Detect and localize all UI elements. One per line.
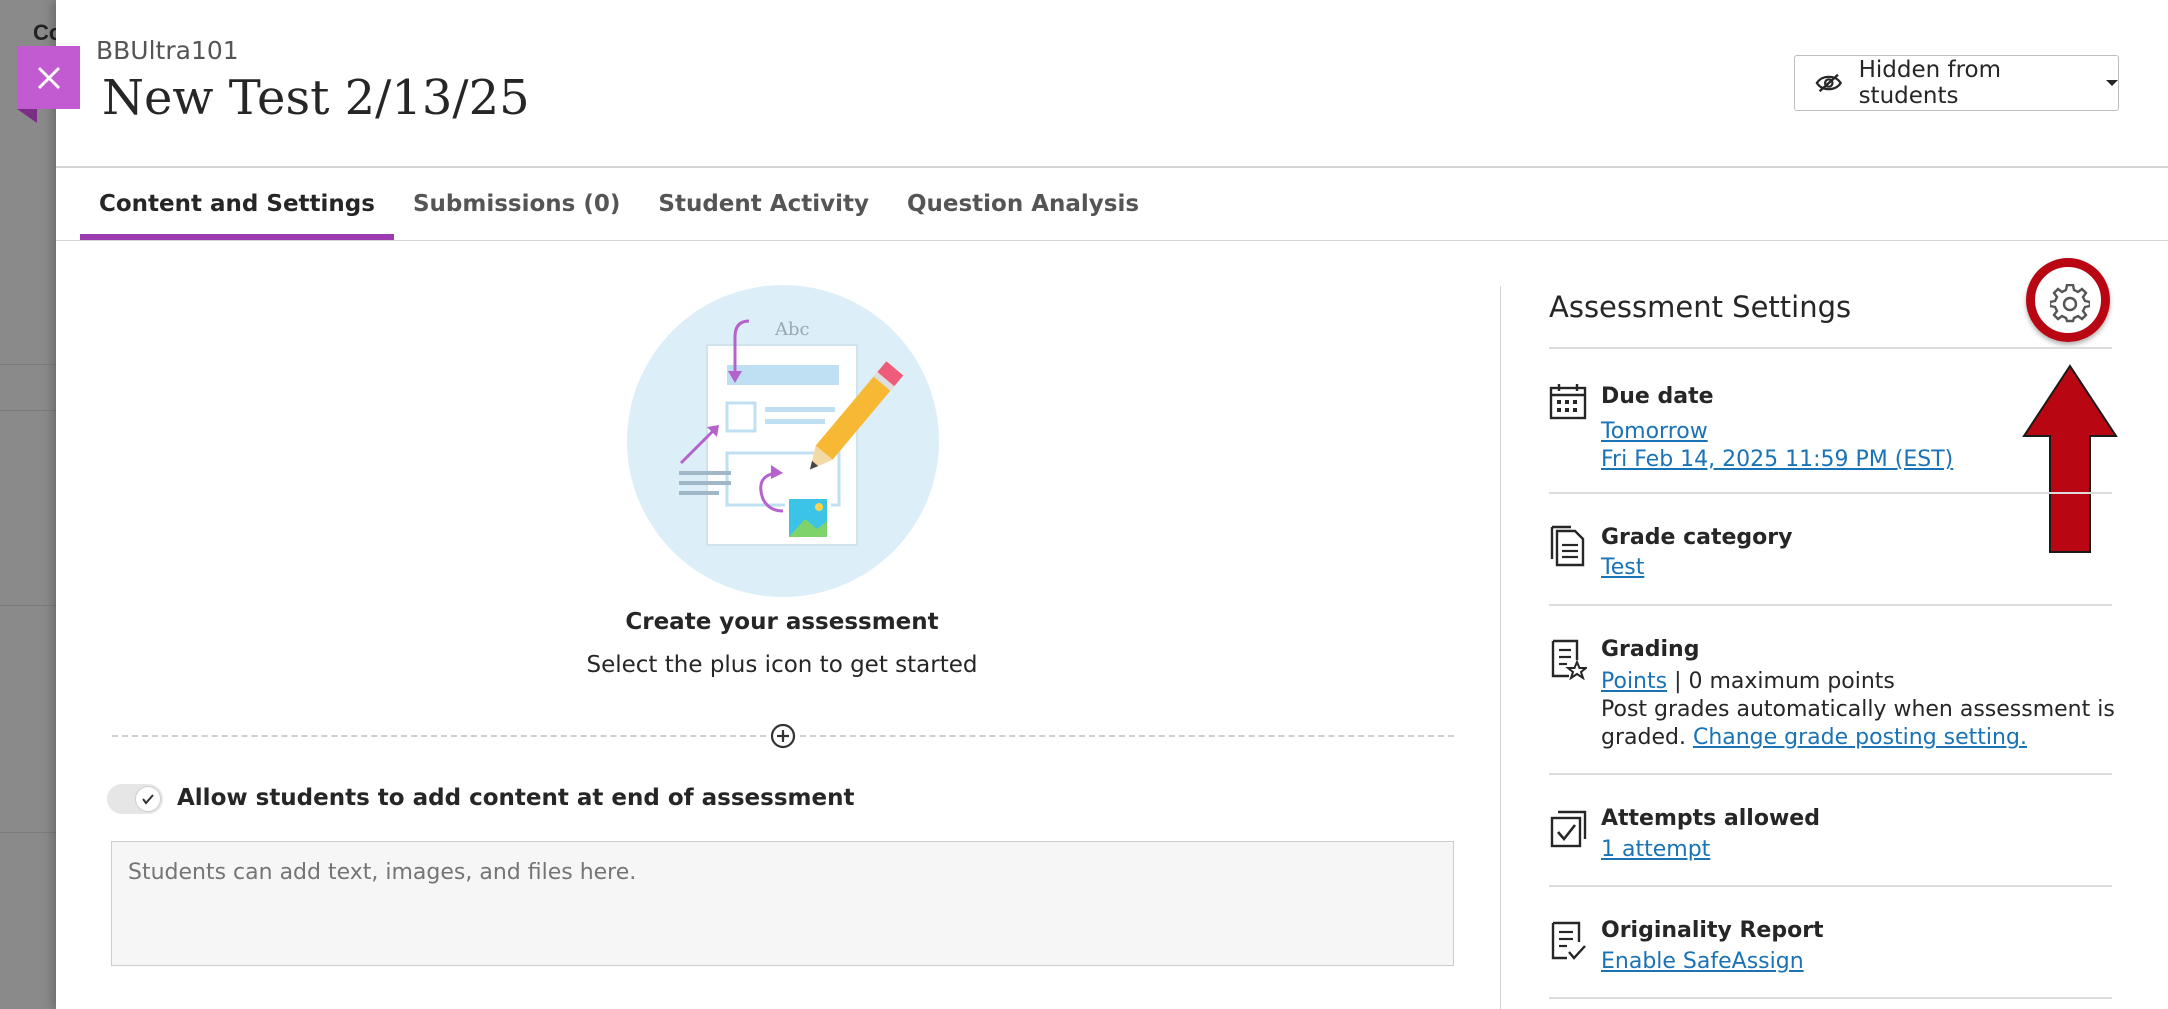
due-date-label: Due date <box>1601 384 1714 409</box>
attempts-allowed-link[interactable]: 1 attempt <box>1601 837 1710 862</box>
grading-post-line: graded. Change grade posting setting. <box>1601 725 2027 750</box>
due-date-absolute-link[interactable]: Fri Feb 14, 2025 11:59 PM (EST) <box>1601 447 1953 472</box>
grading-points-link[interactable]: Points <box>1601 669 1667 694</box>
close-icon <box>37 66 60 89</box>
background-page: Co <box>0 0 56 1009</box>
close-panel-button[interactable] <box>17 46 80 109</box>
allow-student-content-toggle[interactable] <box>107 784 163 814</box>
eye-slash-icon <box>1815 73 1843 93</box>
settings-rule <box>1549 604 2112 606</box>
grading-post-prefix: graded. <box>1601 725 1693 750</box>
attempts-allowed-label: Attempts allowed <box>1601 806 1820 831</box>
settings-rule <box>1549 347 2112 349</box>
background-divider <box>0 364 56 365</box>
background-divider <box>0 605 56 606</box>
originality-report-icon <box>1551 921 1586 960</box>
create-assessment-subtitle: Select the plus icon to get started <box>586 652 978 678</box>
settings-divider <box>1500 286 1501 1009</box>
page-title: New Test 2/13/25 <box>102 70 530 126</box>
document-icon <box>1550 525 1585 567</box>
add-content-button[interactable] <box>769 722 797 750</box>
tab-question-analysis[interactable]: Question Analysis <box>888 168 1158 240</box>
tab-content-and-settings[interactable]: Content and Settings <box>80 168 394 240</box>
grading-points-line: Points | 0 maximum points <box>1601 669 1895 694</box>
background-divider <box>0 410 56 411</box>
plus-circle-icon <box>770 723 796 749</box>
background-divider <box>0 832 56 833</box>
enable-safeassign-link[interactable]: Enable SafeAssign <box>1601 949 1804 974</box>
tab-student-activity[interactable]: Student Activity <box>639 168 888 240</box>
chevron-down-icon <box>2106 80 2118 86</box>
grade-category-label: Grade category <box>1601 525 1793 550</box>
settings-rule <box>1549 997 2112 999</box>
close-button-tab <box>17 109 37 123</box>
grade-category-link[interactable]: Test <box>1601 555 1644 580</box>
toggle-knob <box>135 786 161 812</box>
check-icon <box>142 794 154 805</box>
grading-label: Grading <box>1601 637 1700 662</box>
gear-highlight-annotation <box>2026 258 2110 342</box>
attempts-icon <box>1550 810 1587 848</box>
settings-rule <box>1549 492 2112 494</box>
assessment-illustration: Abc <box>627 285 939 597</box>
grading-max-points: | 0 maximum points <box>1667 669 1895 694</box>
calendar-icon <box>1549 384 1587 420</box>
settings-rule <box>1549 885 2112 887</box>
create-assessment-title: Create your assessment <box>625 609 939 635</box>
change-grade-posting-link[interactable]: Change grade posting setting. <box>1693 725 2027 750</box>
background-text: Co <box>33 20 56 45</box>
visibility-label: Hidden from students <box>1858 57 2002 109</box>
grading-icon <box>1551 639 1587 680</box>
due-date-relative-link[interactable]: Tomorrow <box>1601 419 1708 444</box>
illustration-text: Abc <box>774 319 810 340</box>
tabs-divider <box>56 240 2168 241</box>
course-name: BBUltra101 <box>96 36 239 65</box>
student-content-input[interactable] <box>111 841 1454 966</box>
up-arrow-annotation <box>2022 364 2118 553</box>
allow-student-content-label: Allow students to add content at end of … <box>177 785 855 811</box>
visibility-dropdown[interactable]: Hidden from students <box>1794 55 2119 111</box>
tab-submissions[interactable]: Submissions (0) <box>394 168 639 240</box>
tab-bar: Content and Settings Submissions (0) Stu… <box>80 168 1158 240</box>
originality-report-label: Originality Report <box>1601 918 1824 943</box>
grading-post-text: Post grades automatically when assessmen… <box>1601 697 2115 722</box>
assessment-settings-title: Assessment Settings <box>1549 290 1852 324</box>
settings-rule <box>1549 773 2112 775</box>
